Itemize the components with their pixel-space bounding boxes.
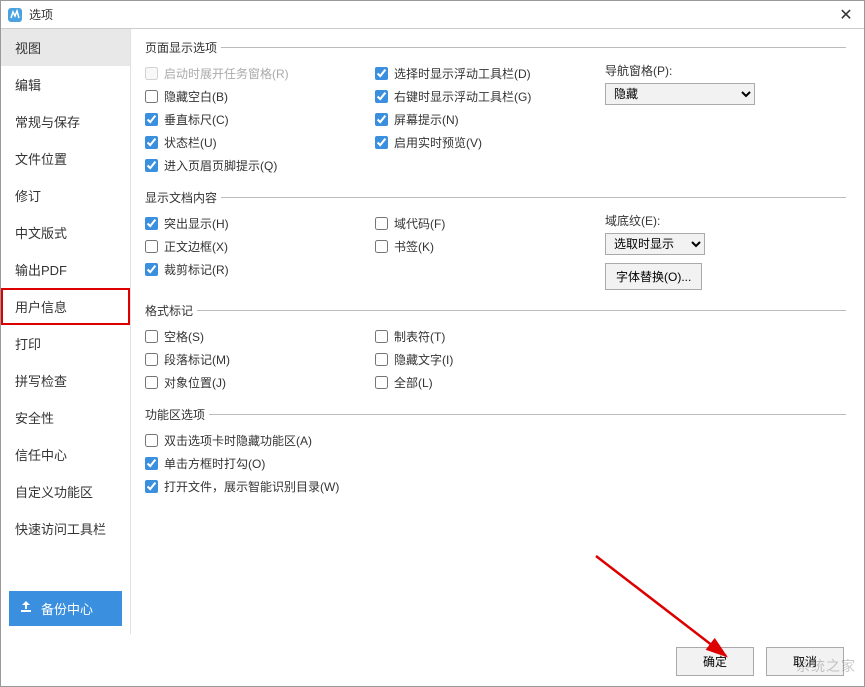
titlebar: 选项 ✕ xyxy=(1,1,864,29)
sidebar-item-trust-center[interactable]: 信任中心 xyxy=(1,436,130,473)
chk-hide-blank[interactable]: 隐藏空白(B) xyxy=(145,85,375,108)
nav-pane-label: 导航窗格(P): xyxy=(605,62,846,79)
main: 视图 编辑 常规与保存 文件位置 修订 中文版式 输出PDF 用户信息 打印 拼… xyxy=(1,29,864,634)
window-title: 选项 xyxy=(29,6,834,23)
chk-tab[interactable]: 制表符(T) xyxy=(375,325,605,348)
chk-live-preview[interactable]: 启用实时预览(V) xyxy=(375,131,605,154)
font-replace-button[interactable]: 字体替换(O)... xyxy=(605,263,702,290)
chk-highlight[interactable]: 突出显示(H) xyxy=(145,212,375,235)
chk-hidden-text[interactable]: 隐藏文字(I) xyxy=(375,348,605,371)
sidebar-item-edit[interactable]: 编辑 xyxy=(1,66,130,103)
sidebar-item-file-location[interactable]: 文件位置 xyxy=(1,140,130,177)
backup-icon xyxy=(19,600,33,617)
chk-click-box-check[interactable]: 单击方框时打勾(O) xyxy=(145,452,846,475)
sidebar-item-general-save[interactable]: 常规与保存 xyxy=(1,103,130,140)
chk-screen-tips[interactable]: 屏幕提示(N) xyxy=(375,108,605,131)
footer: 确定 取消 xyxy=(676,647,844,676)
sidebar: 视图 编辑 常规与保存 文件位置 修订 中文版式 输出PDF 用户信息 打印 拼… xyxy=(1,29,131,634)
sidebar-item-print[interactable]: 打印 xyxy=(1,325,130,362)
chk-field-code[interactable]: 域代码(F) xyxy=(375,212,605,235)
chk-task-pane: 启动时展开任务窗格(R) xyxy=(145,62,375,85)
group-doc-content: 显示文档内容 突出显示(H) 正文边框(X) 裁剪标记(R) 域代码(F) 书签… xyxy=(145,189,846,292)
sidebar-item-export-pdf[interactable]: 输出PDF xyxy=(1,251,130,288)
chk-paragraph[interactable]: 段落标记(M) xyxy=(145,348,375,371)
close-icon[interactable]: ✕ xyxy=(834,3,858,27)
ok-button[interactable]: 确定 xyxy=(676,647,754,676)
group-format-marks: 格式标记 空格(S) 段落标记(M) 对象位置(J) 制表符(T) 隐藏文字(I… xyxy=(145,302,846,396)
chk-header-footer-hint[interactable]: 进入页眉页脚提示(Q) xyxy=(145,154,375,177)
sidebar-item-custom-ribbon[interactable]: 自定义功能区 xyxy=(1,473,130,510)
chk-all[interactable]: 全部(L) xyxy=(375,371,605,394)
sidebar-scroll: 视图 编辑 常规与保存 文件位置 修订 中文版式 输出PDF 用户信息 打印 拼… xyxy=(1,29,130,583)
legend-format-marks: 格式标记 xyxy=(145,302,197,319)
chk-bookmark[interactable]: 书签(K) xyxy=(375,235,605,258)
group-page-display: 页面显示选项 启动时展开任务窗格(R) 隐藏空白(B) 垂直标尺(C) 状态栏(… xyxy=(145,39,846,179)
chk-rightclick-float-toolbar[interactable]: 右键时显示浮动工具栏(G) xyxy=(375,85,605,108)
app-logo-icon xyxy=(7,7,23,23)
backup-label: 备份中心 xyxy=(41,599,93,618)
chk-crop-marks[interactable]: 裁剪标记(R) xyxy=(145,258,375,281)
group-ribbon: 功能区选项 双击选项卡时隐藏功能区(A) 单击方框时打勾(O) 打开文件，展示智… xyxy=(145,406,846,500)
chk-object-position[interactable]: 对象位置(J) xyxy=(145,371,375,394)
chk-vertical-ruler[interactable]: 垂直标尺(C) xyxy=(145,108,375,131)
sidebar-item-chinese-layout[interactable]: 中文版式 xyxy=(1,214,130,251)
sidebar-item-view[interactable]: 视图 xyxy=(1,29,130,66)
sidebar-item-security[interactable]: 安全性 xyxy=(1,399,130,436)
legend-doc-content: 显示文档内容 xyxy=(145,189,221,206)
nav-pane-select[interactable]: 隐藏 xyxy=(605,83,755,105)
legend-page-display: 页面显示选项 xyxy=(145,39,221,56)
field-shade-select[interactable]: 选取时显示 xyxy=(605,233,705,255)
chk-text-border[interactable]: 正文边框(X) xyxy=(145,235,375,258)
sidebar-item-user-info[interactable]: 用户信息 xyxy=(1,288,130,325)
chk-select-float-toolbar[interactable]: 选择时显示浮动工具栏(D) xyxy=(375,62,605,85)
content: 页面显示选项 启动时展开任务窗格(R) 隐藏空白(B) 垂直标尺(C) 状态栏(… xyxy=(131,29,864,634)
legend-ribbon: 功能区选项 xyxy=(145,406,209,423)
field-shade-label: 域底纹(E): xyxy=(605,212,846,229)
chk-dblclick-hide-ribbon[interactable]: 双击选项卡时隐藏功能区(A) xyxy=(145,429,846,452)
sidebar-item-spellcheck[interactable]: 拼写检查 xyxy=(1,362,130,399)
sidebar-item-quick-access[interactable]: 快速访问工具栏 xyxy=(1,510,130,547)
cancel-button[interactable]: 取消 xyxy=(766,647,844,676)
chk-open-file-smart-toc[interactable]: 打开文件，展示智能识别目录(W) xyxy=(145,475,846,498)
chk-status-bar[interactable]: 状态栏(U) xyxy=(145,131,375,154)
backup-center-button[interactable]: 备份中心 xyxy=(9,591,122,626)
chk-space[interactable]: 空格(S) xyxy=(145,325,375,348)
sidebar-item-revision[interactable]: 修订 xyxy=(1,177,130,214)
